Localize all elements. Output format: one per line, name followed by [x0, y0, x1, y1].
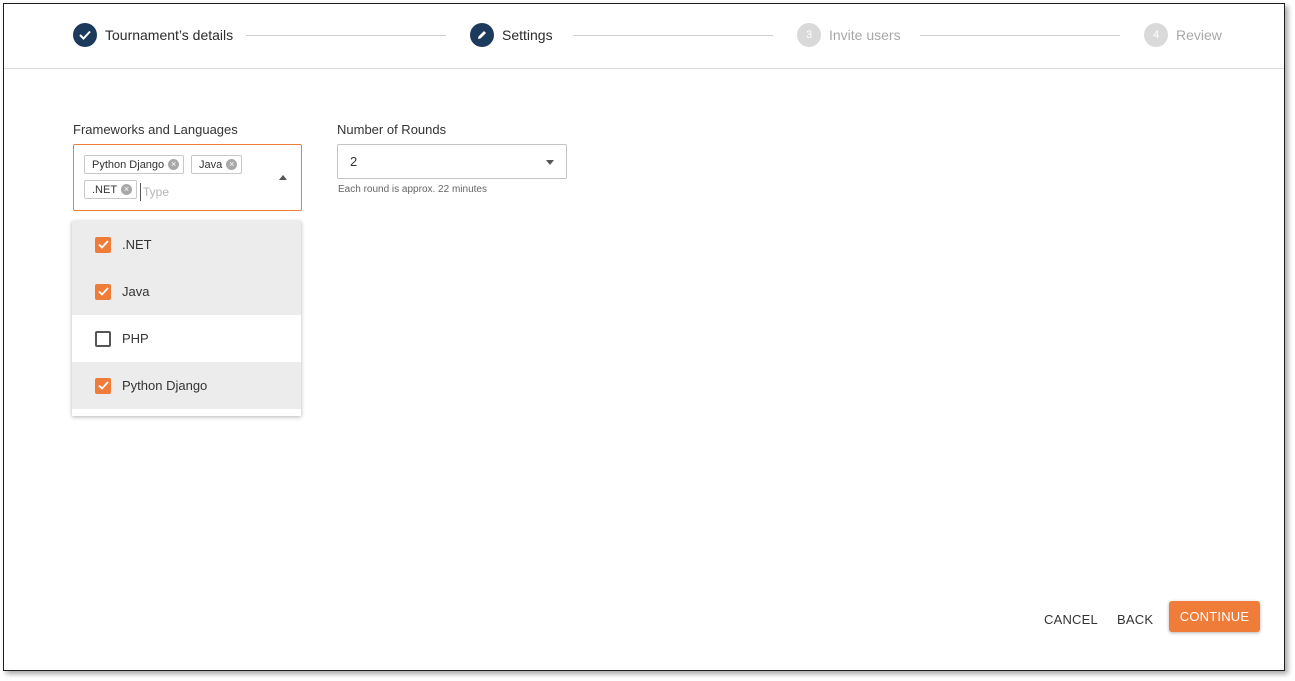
- remove-chip-icon[interactable]: ×: [121, 184, 133, 195]
- checkbox-unchecked-icon[interactable]: [95, 330, 111, 347]
- chip-java: Java ×: [191, 155, 243, 174]
- checkbox-checked-icon[interactable]: [95, 283, 111, 300]
- option-java[interactable]: Java: [72, 268, 301, 315]
- chip-label: Python Django: [92, 158, 165, 171]
- caret-down-icon: [546, 160, 554, 165]
- back-button[interactable]: BACK: [1117, 604, 1153, 634]
- rounds-helper-text: Each round is approx. 22 minutes: [338, 184, 487, 195]
- rounds-value: 2: [350, 154, 358, 169]
- chip-python-django: Python Django ×: [84, 155, 185, 174]
- rounds-select[interactable]: 2: [337, 144, 567, 179]
- step-label: Settings: [502, 27, 553, 43]
- option-label: .NET: [122, 237, 152, 252]
- pencil-icon: [470, 23, 494, 47]
- cancel-button[interactable]: CANCEL: [1044, 604, 1098, 634]
- option-python-django[interactable]: Python Django: [72, 362, 301, 409]
- check-icon: [73, 23, 97, 47]
- frameworks-multiselect[interactable]: Python Django × Java × .NET ×: [73, 144, 302, 211]
- remove-chip-icon[interactable]: ×: [226, 159, 238, 170]
- option-dotnet[interactable]: .NET: [72, 221, 301, 268]
- option-label: Python Django: [122, 378, 208, 393]
- option-php[interactable]: PHP: [72, 315, 301, 362]
- chip-dotnet: .NET ×: [84, 180, 138, 199]
- caret-up-icon[interactable]: [279, 175, 287, 180]
- step-connector: [920, 35, 1120, 36]
- checkbox-checked-icon[interactable]: [95, 377, 111, 394]
- option-label: PHP: [122, 331, 149, 346]
- step-number: 4: [1144, 23, 1168, 47]
- step-number: 3: [797, 23, 821, 47]
- rounds-label: Number of Rounds: [337, 122, 447, 137]
- step-settings[interactable]: Settings: [470, 23, 553, 47]
- step-label: Tournament’s details: [105, 27, 234, 43]
- step-label: Invite users: [829, 27, 901, 43]
- step-connector: [246, 35, 446, 36]
- remove-chip-icon[interactable]: ×: [168, 159, 180, 170]
- continue-button[interactable]: CONTINUE: [1169, 601, 1260, 632]
- chip-label: .NET: [92, 183, 118, 196]
- step-invite-users[interactable]: 3 Invite users: [797, 23, 901, 47]
- frameworks-type-input[interactable]: [140, 183, 250, 201]
- step-review[interactable]: 4 Review: [1144, 23, 1222, 47]
- step-label: Review: [1176, 27, 1222, 43]
- wizard-panel: Tournament’s details Settings 3 Invite u…: [3, 3, 1285, 671]
- frameworks-dropdown: .NET Java PHP Python Django: [72, 221, 301, 416]
- frameworks-label: Frameworks and Languages: [73, 122, 238, 137]
- chip-label: Java: [199, 158, 223, 171]
- step-tournament-details[interactable]: Tournament’s details: [73, 23, 233, 47]
- stepper: Tournament’s details Settings 3 Invite u…: [4, 4, 1284, 69]
- step-connector: [573, 35, 773, 36]
- checkbox-checked-icon[interactable]: [95, 236, 111, 253]
- option-label: Java: [122, 284, 150, 299]
